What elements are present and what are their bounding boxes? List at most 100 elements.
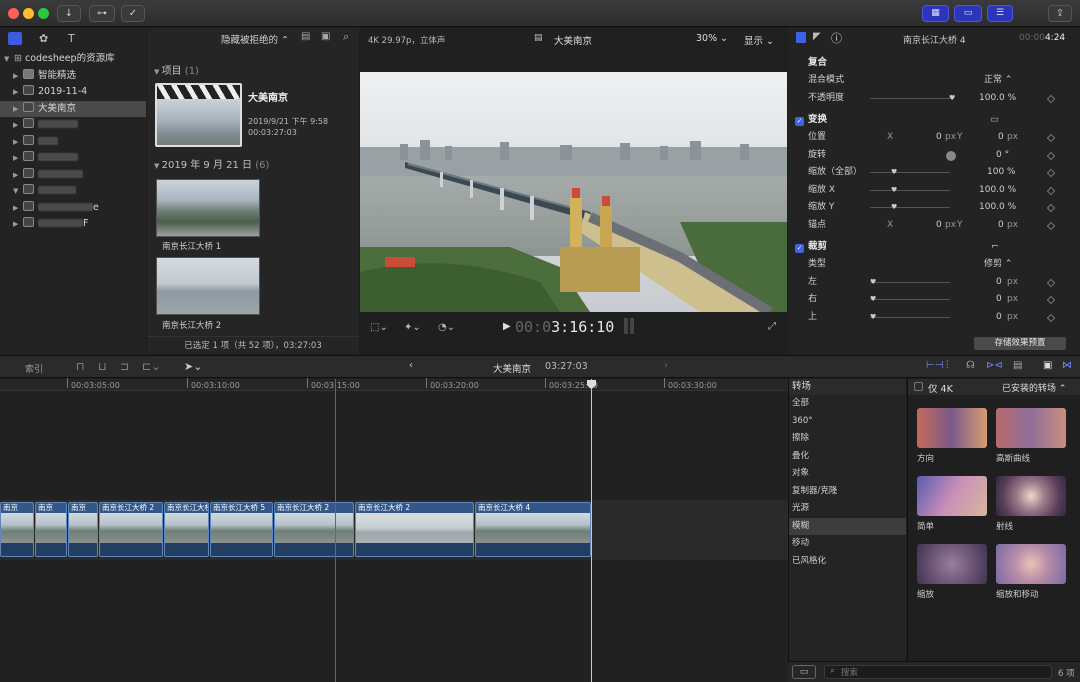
keyframe-icon[interactable] — [1046, 133, 1056, 143]
timeline-clip[interactable]: 南京长江大桥 5 — [210, 502, 273, 557]
clip-appearance-icon[interactable]: ▤ — [1013, 360, 1022, 371]
transform-icon[interactable]: ⬚⌄ — [370, 322, 388, 333]
category-item[interactable]: 已风格化 — [789, 553, 906, 571]
search-input[interactable] — [841, 666, 1041, 678]
sidebar-item-smart-collections[interactable]: ▶ 智能精选 — [0, 68, 146, 85]
retime-icon[interactable]: ◔⌄ — [438, 322, 455, 333]
solo-icon[interactable]: ☊ — [966, 360, 975, 371]
enhance-icon[interactable]: ✦⌄ — [404, 322, 421, 333]
timeline-clip[interactable]: 南京 — [0, 502, 34, 557]
connect-clip-icon[interactable]: ⊓ — [76, 360, 85, 373]
titles-generators-icon[interactable]: T — [68, 32, 75, 45]
sidebar-item-event[interactable]: ▶ — [0, 167, 146, 184]
timeline-clip[interactable]: 南京长江大桥 2 — [355, 502, 474, 557]
transitions-browser-icon[interactable]: ⋈ — [1062, 360, 1072, 371]
checkbox-checked-icon[interactable]: ✓ — [795, 117, 804, 126]
rotation-dial-icon[interactable] — [946, 150, 956, 161]
clip-thumbnail[interactable] — [156, 179, 260, 237]
select-tool-icon[interactable]: ➤⌄ — [184, 360, 202, 373]
category-item-selected[interactable]: 模糊 — [789, 517, 906, 535]
clip-appearance-icon[interactable]: ▤ — [301, 31, 310, 42]
opacity-value[interactable]: 100.0 % — [979, 90, 1016, 108]
sidebar-item-event[interactable]: ▶ F — [0, 216, 146, 233]
play-icon[interactable]: ▶ — [503, 321, 511, 332]
clip-thumbnail[interactable] — [156, 257, 260, 315]
category-item[interactable]: 对象 — [789, 465, 906, 483]
zoom-popup[interactable]: 30% ⌄ — [696, 33, 728, 44]
library-row[interactable]: ▼ ⊞ codesheep的资源库 — [0, 51, 146, 68]
transition-thumbnail[interactable] — [917, 408, 987, 448]
only-4k-checkbox[interactable] — [914, 382, 923, 391]
snapping-icon[interactable]: ⊳⊲ — [986, 360, 1003, 371]
skimming-icon[interactable]: ⊢⊣ — [926, 360, 943, 371]
audio-skimming-icon[interactable]: ⫶ — [946, 360, 949, 371]
photos-audio-icon[interactable]: ✿ — [39, 32, 48, 45]
timeline-clip[interactable]: 南京长江大桥 — [164, 502, 209, 557]
category-item[interactable]: 全部 — [789, 395, 906, 413]
sidebar-item-event[interactable]: ▶ — [0, 150, 146, 167]
keyframe-icon[interactable] — [1046, 221, 1056, 230]
scale-x-value[interactable]: 100.0 % — [979, 182, 1016, 200]
keyframe-icon[interactable] — [1046, 168, 1056, 178]
color-inspector-icon[interactable]: ◤ — [813, 31, 821, 42]
overwrite-clip-icon[interactable]: ⊏⌄ — [142, 360, 160, 373]
group-header-date[interactable]: ▼ 2019 年 9 月 21 日 (6) — [154, 156, 269, 171]
background-tasks-button[interactable]: ✓ — [121, 5, 145, 22]
keyframe-icon[interactable] — [1046, 186, 1056, 195]
append-clip-icon[interactable]: ⊐ — [120, 360, 129, 373]
sidebar-toggle-icon[interactable]: ▭ — [792, 665, 816, 679]
scale-all-value[interactable]: 100 % — [987, 164, 1016, 182]
crop-type-popup[interactable]: 修剪 ⌃ — [984, 256, 1012, 274]
position-x-value[interactable]: 0 — [936, 129, 942, 147]
position-y-value[interactable]: 0 — [998, 129, 1004, 147]
search-icon[interactable]: ⌕ — [343, 30, 349, 44]
fullscreen-icon[interactable]: ⤢ — [768, 321, 776, 332]
import-button[interactable]: ↓ — [57, 5, 81, 22]
crop-left-value[interactable]: 0 — [996, 274, 1002, 292]
forward-arrow-icon[interactable]: › — [664, 360, 668, 371]
crop-control-icon[interactable]: ⌐ — [991, 238, 999, 256]
zoom-window-button[interactable] — [38, 8, 49, 19]
search-field[interactable]: ⌕ — [824, 665, 1052, 679]
timeline-clip[interactable]: 南京长江大桥 4 — [475, 502, 591, 557]
libraries-icon[interactable] — [8, 32, 22, 45]
blend-mode-popup[interactable]: 正常 ⌃ — [984, 72, 1012, 90]
video-frame[interactable] — [360, 72, 787, 312]
rotation-value[interactable]: 0 ° — [996, 147, 1009, 165]
skimmer-line[interactable] — [335, 379, 336, 682]
scale-x-slider[interactable] — [870, 189, 950, 191]
save-effects-preset-button[interactable]: 存储效果预置 — [974, 337, 1066, 350]
timeline-clip[interactable]: 南京 — [35, 502, 67, 557]
project-thumbnail[interactable] — [155, 83, 242, 147]
checkbox-checked-icon[interactable]: ✓ — [795, 244, 804, 253]
anchor-x-value[interactable]: 0 — [936, 217, 942, 235]
installed-transitions-popup[interactable]: 已安装的转场 ⌃ — [1002, 381, 1066, 394]
slider-knob-icon[interactable]: ♥ — [891, 199, 897, 217]
scale-y-slider[interactable] — [870, 207, 950, 208]
slider-knob-icon[interactable]: ♥ — [891, 182, 897, 200]
keyframe-icon[interactable] — [1046, 94, 1056, 103]
sidebar-item-event[interactable]: ▶ — [0, 117, 146, 134]
category-item[interactable]: 360° — [789, 413, 906, 431]
keyframe-icon[interactable] — [1046, 203, 1056, 213]
category-item[interactable]: 擦除 — [789, 430, 906, 448]
filmstrip-icon[interactable]: ▣ — [321, 31, 330, 42]
opacity-slider[interactable] — [870, 97, 954, 99]
slider-knob-icon[interactable]: ♥ — [891, 164, 897, 182]
slider-knob-icon[interactable]: ♥ — [949, 90, 955, 108]
sidebar-item-event[interactable]: ▶ 2019-11-4 — [0, 84, 146, 101]
transition-thumbnail[interactable] — [996, 544, 1066, 584]
group-header-projects[interactable]: ▼ 项目 (1) — [154, 62, 199, 77]
filter-popup[interactable]: 隐藏被拒绝的 ⌃ — [221, 32, 289, 46]
effects-browser-icon[interactable]: ▣ — [1043, 360, 1052, 371]
display-popup[interactable]: 显示 ⌄ — [744, 33, 774, 47]
timeline-clip[interactable]: 南京 — [68, 502, 98, 557]
scale-y-value[interactable]: 100.0 % — [979, 199, 1016, 217]
category-item[interactable]: 移动 — [789, 535, 906, 553]
transition-thumbnail[interactable] — [996, 408, 1066, 448]
show-timeline-button[interactable]: ▭ — [954, 5, 982, 22]
category-item[interactable]: 光源 — [789, 500, 906, 518]
sidebar-item-event[interactable]: ▶ e — [0, 200, 146, 217]
category-item[interactable]: 复制器/克隆 — [789, 483, 906, 501]
info-icon[interactable]: ⓘ — [831, 30, 842, 46]
